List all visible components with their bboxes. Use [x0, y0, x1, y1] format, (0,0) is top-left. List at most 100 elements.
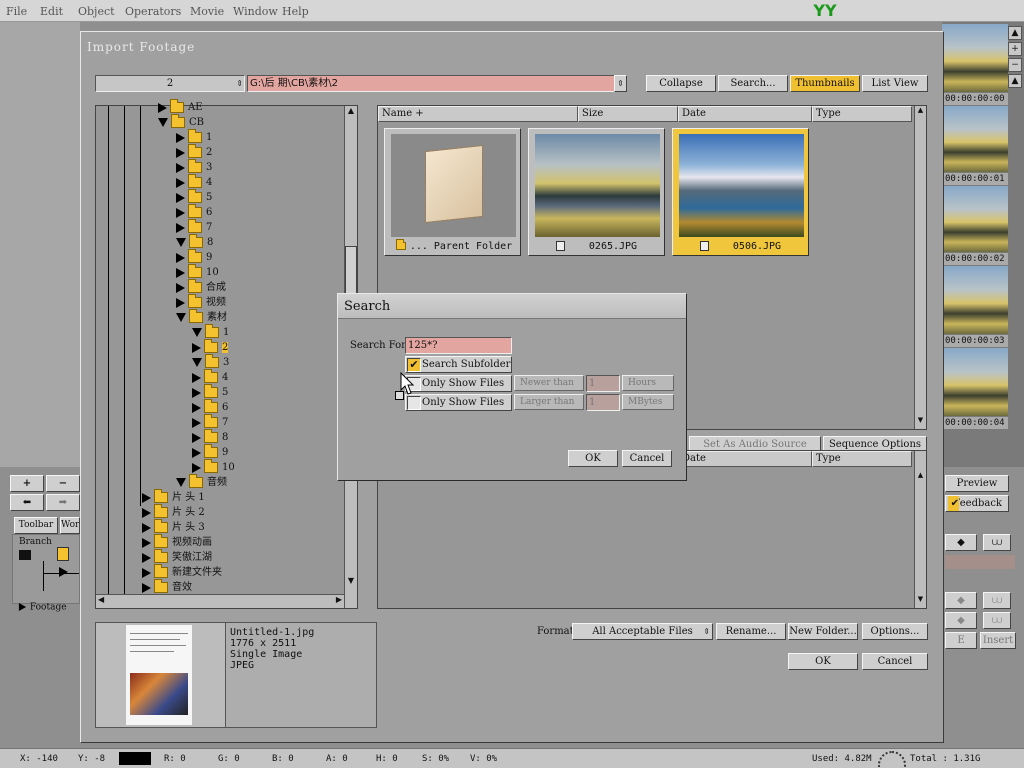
expand-arrow-icon[interactable] — [192, 447, 201, 458]
column-name[interactable]: Name + — [378, 106, 578, 122]
tree-row[interactable]: 片 头 2 — [142, 504, 205, 520]
newer-than-select[interactable]: Newer than — [514, 375, 584, 391]
tree-row[interactable]: 音频 — [176, 474, 227, 490]
tree-row[interactable]: 8 — [192, 429, 228, 445]
menu-help[interactable]: Help — [282, 5, 309, 18]
folder-tree[interactable]: AE CB 1 2 3 4 5 6 7 8 9 10 合成 视频 素材 1 2 3 4 5 6 7 8 9 10 音频片 头 1片… — [95, 99, 358, 609]
expand-arrow-icon[interactable] — [176, 132, 185, 143]
search-for-input[interactable]: 125*? — [405, 337, 512, 354]
minus-icon[interactable]: − — [1008, 58, 1022, 72]
thumb-parent-folder[interactable]: ... Parent Folder — [384, 128, 521, 256]
expand-arrow-icon[interactable] — [192, 387, 201, 398]
tree-row[interactable]: 笑傲江湖 — [142, 549, 212, 565]
only-show-files-newer-button[interactable]: Only Show Files — [405, 375, 512, 392]
larger-than-select[interactable]: Larger than — [514, 394, 584, 410]
expand-arrow-icon[interactable] — [59, 566, 68, 577]
tree-row[interactable]: 音效 — [142, 579, 192, 595]
tree-row[interactable]: 10 — [192, 459, 235, 475]
tree-row[interactable]: 2 — [176, 144, 212, 160]
tree-row[interactable]: 片 头 1 — [142, 489, 205, 505]
seq-vscroll[interactable]: ▲ ▼ — [914, 451, 926, 608]
tree-row[interactable]: 6 — [176, 204, 212, 220]
tree-row[interactable]: 视频 — [176, 294, 226, 310]
file-vscroll[interactable]: ▲ ▼ — [914, 106, 926, 429]
thumb-0265[interactable]: 0265.JPG — [528, 128, 665, 256]
tree-row[interactable]: 7 — [192, 414, 228, 430]
dropdown-button[interactable]: ◆ — [945, 534, 977, 551]
tree-row[interactable]: 1 — [192, 324, 229, 340]
larger-value-input[interactable]: 1 — [586, 394, 620, 411]
column-type[interactable]: Type — [812, 451, 912, 467]
scroll-down-icon[interactable]: ▼ — [345, 576, 357, 590]
plus-icon[interactable]: + — [1008, 42, 1022, 56]
menu-movie[interactable]: Movie — [190, 5, 224, 18]
collapse-arrow-icon[interactable] — [176, 238, 186, 247]
expand-arrow-icon[interactable] — [192, 402, 201, 413]
tree-row[interactable]: 1 — [176, 129, 212, 145]
tree-row[interactable]: CB — [158, 114, 204, 130]
tree-row[interactable]: 片 头 3 — [142, 519, 205, 535]
expand-arrow-icon[interactable] — [158, 102, 167, 113]
menu-object[interactable]: Object — [78, 5, 115, 18]
tree-row[interactable]: 4 — [192, 369, 228, 385]
cancel-button[interactable]: Cancel — [862, 653, 928, 670]
expand-arrow-icon[interactable] — [142, 522, 151, 533]
path-input[interactable]: G:\后 期\CB\素材\2 — [247, 75, 627, 92]
tree-row[interactable]: 8 — [176, 234, 213, 250]
folder-level-select[interactable]: 2 ⇕ — [95, 75, 245, 92]
tab-toolbar[interactable]: Toolbar — [14, 517, 58, 534]
path-spinner-icon[interactable]: ⇕ — [614, 75, 627, 92]
footage-item[interactable]: Footage — [18, 602, 67, 613]
tree-row[interactable]: 视频动画 — [142, 534, 212, 550]
expand-arrow-icon[interactable] — [176, 177, 185, 188]
column-date[interactable]: Date — [678, 106, 812, 122]
menu-operators[interactable]: Operators — [125, 5, 181, 18]
thumb-0506-selected[interactable]: 0506.JPG — [672, 128, 809, 256]
scroll-up-icon[interactable]: ▲ — [915, 471, 926, 483]
expand-arrow-icon[interactable] — [176, 267, 185, 278]
expand-arrow-icon[interactable] — [192, 462, 201, 473]
e-button[interactable]: E — [945, 632, 977, 649]
tree-row[interactable]: 6 — [192, 399, 228, 415]
thumbnails-button[interactable]: Thumbnails — [790, 75, 860, 92]
expand-arrow-icon[interactable] — [176, 282, 185, 293]
search-cancel-button[interactable]: Cancel — [622, 450, 672, 467]
tree-row[interactable]: 3 — [192, 354, 229, 370]
scroll-down-icon[interactable]: ▼ — [915, 595, 926, 607]
tab-workspace[interactable]: Wor — [60, 517, 80, 534]
remove-button[interactable]: − — [46, 475, 80, 492]
expand-arrow-icon[interactable] — [142, 582, 151, 593]
expand-arrow-icon[interactable] — [176, 222, 185, 233]
expand-arrow-icon[interactable] — [192, 417, 201, 428]
expand-arrow-icon[interactable] — [192, 342, 201, 353]
expand-arrow-icon[interactable] — [142, 492, 151, 503]
expand-arrow-icon[interactable] — [142, 507, 151, 518]
scroll-up-icon[interactable]: ▲ — [1008, 26, 1022, 40]
collapse-button[interactable]: Collapse — [646, 75, 716, 92]
waveform-icon[interactable]: ⩊ — [983, 592, 1011, 609]
dropdown-button[interactable]: ◆ — [945, 612, 977, 629]
tree-row[interactable]: 9 — [192, 444, 228, 460]
scroll-left-icon[interactable]: ◀ — [98, 595, 104, 604]
tree-row[interactable]: 合成 — [176, 279, 226, 295]
tree-row[interactable]: 2 — [192, 339, 229, 355]
waveform-icon[interactable]: ⩊ — [983, 612, 1011, 629]
insert-button[interactable]: Insert — [980, 632, 1016, 649]
expand-arrow-icon[interactable] — [176, 162, 185, 173]
collapse-arrow-icon[interactable] — [158, 118, 168, 127]
tree-row[interactable]: 5 — [192, 384, 228, 400]
expand-arrow-icon[interactable] — [176, 147, 185, 158]
expand-arrow-icon[interactable] — [176, 252, 185, 263]
add-button[interactable]: + — [10, 475, 44, 492]
ok-button[interactable]: OK — [788, 653, 858, 670]
scroll-up-icon[interactable]: ▲ — [915, 106, 926, 118]
tree-row[interactable]: 素材 — [176, 309, 227, 325]
waveform-icon[interactable]: ⩊ — [983, 534, 1011, 551]
menu-file[interactable]: File — [6, 5, 27, 18]
tree-hscroll[interactable]: ◀ ▶ — [96, 594, 344, 608]
expand-arrow-icon[interactable] — [176, 297, 185, 308]
column-date[interactable]: Date — [678, 451, 812, 467]
scroll-up-icon[interactable]: ▲ — [1008, 74, 1022, 88]
scroll-down-icon[interactable]: ▼ — [915, 416, 926, 428]
list-view-button[interactable]: List View — [862, 75, 928, 92]
